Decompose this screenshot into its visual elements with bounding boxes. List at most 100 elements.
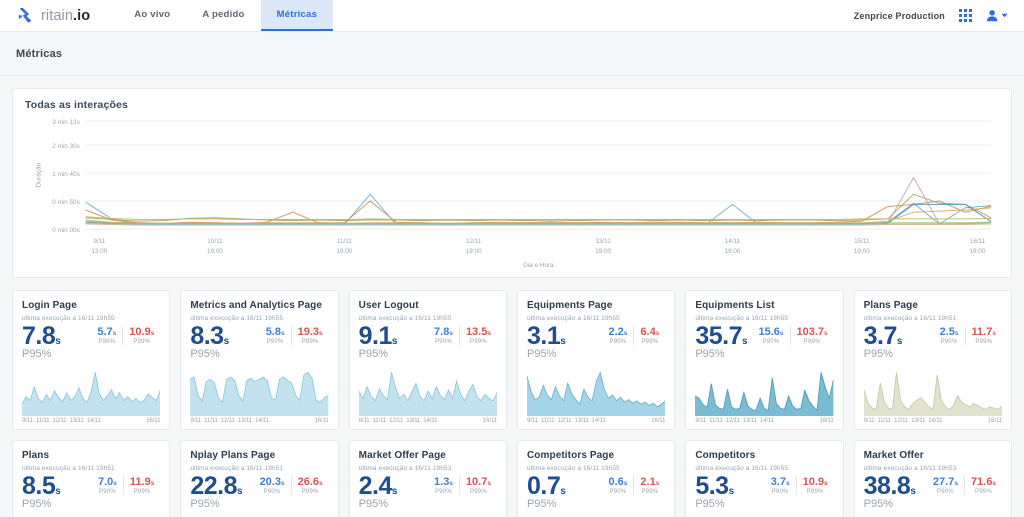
- p90-value: 7.0s: [97, 475, 117, 488]
- primary-stat-value: 8.5s: [22, 473, 61, 499]
- primary-stat-value: 9.1s: [359, 323, 398, 349]
- brand-logo[interactable]: ritain.io: [0, 0, 104, 31]
- p90-stat: 5.7s P90%: [91, 326, 122, 345]
- sparkline-chart: [358, 372, 497, 416]
- primary-stat: 8.5s P95%: [22, 473, 61, 510]
- p99-value: 26.6s: [297, 475, 323, 488]
- nav-tab-a-pedido[interactable]: A pedido: [186, 0, 260, 31]
- sparkline-axis: 9/11 11/11 12/11 13/11 14/11 16/11: [695, 418, 833, 424]
- metric-card[interactable]: Competitors Page última execução a 16/11 …: [516, 440, 676, 517]
- metric-card-last-run: última execução a 16/11 19h55: [695, 464, 789, 472]
- p90-stat: 15.6s P90%: [752, 326, 789, 345]
- svg-text:1 min 40s: 1 min 40s: [52, 171, 79, 178]
- svg-text:13:00: 13:00: [91, 248, 107, 255]
- all-interactions-panel: Todas as interações 0 min 00s 0 min 50s 1 …: [12, 88, 1012, 278]
- p99-value: 10.7s: [465, 475, 491, 488]
- p99-label: P99%: [470, 488, 487, 495]
- p99-label: P99%: [975, 488, 992, 495]
- p90-stat: 7.0s P90%: [92, 476, 123, 495]
- primary-stat-percentile: P95%: [358, 498, 389, 511]
- metric-card[interactable]: Plans última execução a 16/11 19h51 8.5s P9…: [12, 440, 171, 517]
- sparkline-container: 9/11 11/11 12/11 13/11 14/11 16/11: [190, 368, 329, 424]
- primary-stat-number: 0.7: [526, 471, 561, 500]
- panel-title: Todas as interações: [25, 99, 129, 111]
- user-menu[interactable]: [986, 9, 1008, 23]
- p99-stat: 6.4s P99%: [633, 325, 665, 345]
- metric-card[interactable]: Market Offer Page última execução a 16/11…: [348, 440, 507, 517]
- p90-stat: 7.8s P90%: [428, 326, 459, 345]
- p99-stat: 10.7s P99%: [458, 475, 497, 495]
- metric-card[interactable]: Equipments List última execução a 16/11 1…: [685, 290, 844, 430]
- primary-stat-unit: s: [55, 335, 61, 347]
- sparkline-axis-left: 9/11 11/11 12/11 13/11 14/11: [190, 418, 269, 424]
- topbar-right-group: Zenprice Production: [854, 0, 1024, 31]
- metric-card-last-run: última execução a 16/11 19h53: [863, 464, 957, 472]
- spark-axis-tick: 12/11: [557, 418, 572, 424]
- primary-stat-percentile: P95%: [863, 498, 894, 511]
- p90-label: P90%: [266, 338, 284, 345]
- p90-stat: 2.5s P90%: [934, 326, 965, 345]
- p90-value: 2.5s: [939, 325, 959, 338]
- p99-value: 10.9s: [129, 325, 155, 338]
- spark-axis-tick: 9/11: [526, 418, 538, 424]
- all-interactions-line-chart: 0 min 00s 0 min 50s 1 min 40s 2 min 30s 3 mi…: [36, 119, 992, 269]
- sparkline-axis-right: 16/11: [651, 418, 666, 424]
- sparkline-chart: [863, 372, 1002, 416]
- p90-value: 5.8s: [265, 325, 285, 338]
- metric-card[interactable]: Plans Page última execução a 16/11 19h51 3…: [853, 290, 1012, 430]
- sparkline-axis-right: 16/11: [146, 418, 161, 424]
- metric-card-last-run: última execução a 16/11 19h55: [358, 314, 452, 322]
- primary-stat-value: 3.1s: [527, 323, 566, 349]
- metric-card[interactable]: Market Offer última execução a 16/11 19h5…: [853, 440, 1012, 517]
- sparkline-axis-right: 16/11: [987, 418, 1002, 424]
- p90-stat: 5.8s P90%: [260, 326, 291, 345]
- primary-stat-value: 7.8s: [22, 323, 61, 349]
- secondary-stats: 2.2s P90% 6.4s P99%: [602, 323, 665, 345]
- metric-card[interactable]: Equipments Page última execução a 16/11 1…: [516, 290, 676, 430]
- sparkline-container: 9/11 11/11 12/11 13/11 14/11 16/11: [22, 368, 160, 424]
- secondary-stats: 7.8s P90% 13.5s P99%: [428, 323, 497, 345]
- svg-text:12/11: 12/11: [466, 238, 482, 245]
- p90-stat: 3.7s P90%: [765, 476, 796, 495]
- metric-card-grid: Login Page última execução a 16/11 19h55 7…: [12, 290, 1012, 517]
- nav-tab-metricas[interactable]: Métricas: [260, 0, 334, 31]
- p90-label: P90%: [263, 488, 281, 495]
- p99-stat: 10.9s P99%: [122, 325, 160, 345]
- primary-stat-number: 3.7: [863, 321, 898, 350]
- metric-card[interactable]: Nplay Plans Page última execução a 16/11 …: [180, 440, 339, 517]
- metric-card[interactable]: Competitors última execução a 16/11 19h55…: [685, 440, 844, 517]
- p90-value: 20.3s: [259, 475, 285, 488]
- p90-value: 15.6s: [758, 325, 784, 338]
- p90-label: P90%: [609, 338, 627, 345]
- top-navigation-bar: ritain.io Ao vivo A pedido Métricas Zenp…: [0, 0, 1024, 32]
- spark-axis-tick: 12/11: [389, 418, 404, 424]
- primary-stat-unit: s: [728, 485, 735, 497]
- primary-stat-number: 5.3: [695, 471, 729, 500]
- sparkline-axis-left: 9/11 11/11 12/11 13/11 14/11: [359, 418, 438, 424]
- spark-axis-tick: 9/11: [190, 418, 202, 424]
- svg-text:19:00: 19:00: [595, 248, 611, 255]
- svg-text:3 min 13s: 3 min 13s: [52, 119, 79, 126]
- metric-stats-row: 35.7s P95% 15.6s P90% 103.7s P99%: [695, 323, 833, 360]
- primary-stat-number: 8.3: [190, 321, 224, 350]
- primary-stat-unit: s: [391, 335, 398, 347]
- p99-stat: 103.7s P99%: [789, 325, 834, 345]
- p90-value: 5.7s: [97, 325, 117, 338]
- primary-stat: 9.1s P95%: [359, 323, 398, 360]
- grid-apps-icon[interactable]: [959, 9, 972, 22]
- metric-card[interactable]: Metrics and Analytics Page última execuçã…: [180, 290, 339, 430]
- p90-value: 27.7s: [932, 475, 958, 488]
- primary-stat-number: 2.4: [358, 471, 393, 500]
- metric-card[interactable]: Login Page última execução a 16/11 19h55 7…: [12, 290, 171, 430]
- sparkline-axis: 9/11 11/11 12/11 13/11 14/11 16/11: [190, 418, 328, 424]
- primary-stat-unit: s: [391, 485, 398, 497]
- primary-stat: 3.7s P95%: [863, 321, 903, 360]
- p90-value: 1.3s: [434, 475, 453, 488]
- primary-stat-value: 38.8s: [864, 473, 916, 499]
- svg-text:9/11: 9/11: [93, 238, 105, 245]
- p99-value: 2.1s: [640, 475, 660, 488]
- nav-tab-ao-vivo[interactable]: Ao vivo: [118, 0, 186, 31]
- p99-value: 10.9s: [802, 475, 828, 488]
- metric-card[interactable]: User Logout última execução a 16/11 19h55…: [348, 290, 507, 430]
- sparkline-chart: [695, 372, 834, 416]
